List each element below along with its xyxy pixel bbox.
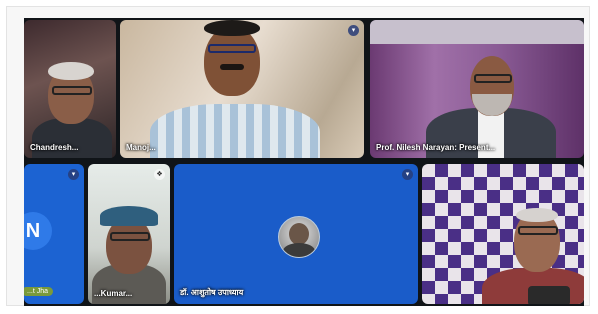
participant-name: ...Kumar... — [94, 289, 133, 298]
phone-device — [528, 286, 570, 304]
microphone-muted-icon: ▾ — [68, 169, 79, 180]
microphone-muted-icon: ▾ — [402, 169, 413, 180]
participant-name: Prof. Nilesh Narayan: Present... — [376, 143, 496, 152]
participant-tile-3[interactable]: Prof. Nilesh Narayan: Present... — [370, 20, 584, 158]
participant-initial-avatar: N — [24, 212, 52, 250]
participant-avatar — [278, 216, 320, 258]
participant-tile-4[interactable]: N ▾ ...t Jha — [24, 164, 84, 304]
participant-tile-1[interactable]: Chandresh... — [24, 20, 116, 158]
participant-tile-7[interactable] — [422, 164, 584, 304]
pin-icon[interactable]: ❖ — [154, 169, 165, 180]
participant-name: डॉ. आशुतोष उपाध्याय — [180, 288, 244, 297]
video-grid: Chandresh... ▾ Manoj... Prof. Nilesh Nar… — [24, 18, 584, 306]
participant-tile-5[interactable]: ❖ ...Kumar... — [88, 164, 170, 304]
participant-name: Chandresh... — [30, 143, 79, 152]
microphone-muted-icon: ▾ — [348, 25, 359, 36]
participant-name: ...t Jha — [24, 287, 54, 296]
participant-tile-2[interactable]: ▾ Manoj... — [120, 20, 364, 158]
participant-tile-6[interactable]: ▾ डॉ. आशुतोष उपाध्याय — [174, 164, 418, 304]
participant-name: Manoj... — [126, 143, 156, 152]
